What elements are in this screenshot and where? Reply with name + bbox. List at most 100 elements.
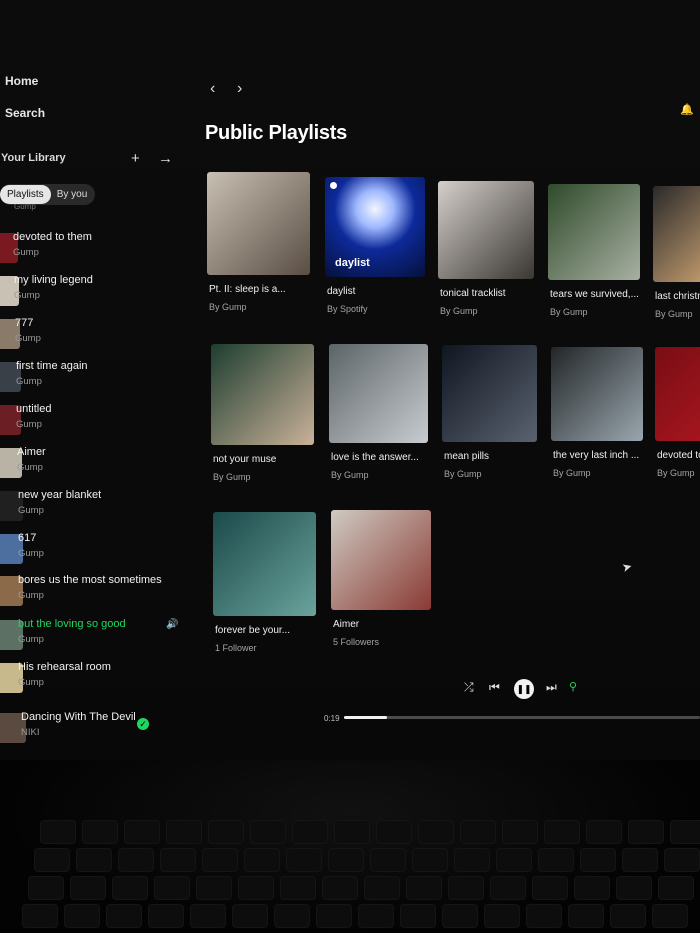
library-item[interactable]: first time again Gump	[0, 358, 190, 398]
playlist-cover	[207, 172, 310, 275]
keyboard-key	[82, 820, 118, 844]
library-item-sub: Gump	[18, 505, 44, 516]
keyboard-key	[154, 876, 190, 900]
library-item-sub: Gump	[13, 247, 39, 258]
playlist-owner: By Spotify	[327, 304, 368, 314]
nav-home[interactable]: Home	[5, 74, 38, 88]
library-item[interactable]: but the loving so good Gump 🔊	[0, 616, 190, 656]
create-playlist-plus-icon[interactable]: +	[131, 150, 140, 167]
spotify-logo-icon	[330, 182, 337, 189]
keyboard-key	[502, 820, 538, 844]
library-item-sub: Gump	[16, 419, 42, 430]
library-item-sub: Gump	[18, 677, 44, 688]
library-item[interactable]: untitled Gump	[0, 401, 190, 441]
library-item-sub: Gump	[16, 376, 42, 387]
keyboard-key	[322, 876, 358, 900]
keyboard-key	[616, 876, 652, 900]
library-item[interactable]: 617 Gump	[0, 530, 190, 570]
page-title: Public Playlists	[205, 122, 347, 144]
playlist-cover	[442, 345, 537, 442]
playlist-cover	[329, 344, 428, 443]
playlist-cover	[551, 347, 643, 441]
keyboard-key	[460, 820, 496, 844]
library-item[interactable]: devoted to them Gump	[0, 229, 190, 269]
keyboard-key	[232, 904, 268, 928]
playlist-owner: 1 Follower	[215, 643, 257, 653]
keyboard-key	[40, 820, 76, 844]
keyboard-key	[190, 904, 226, 928]
playlist-title: mean pills	[444, 451, 490, 462]
back-chevron-icon[interactable]: ‹	[210, 80, 215, 98]
keyboard-key	[64, 904, 100, 928]
library-item[interactable]: His rehearsal room Gump	[0, 659, 190, 699]
filter-by-you[interactable]: By you	[51, 189, 94, 200]
lyrics-icon[interactable]: ⚲	[569, 680, 577, 693]
library-item[interactable]: my living legend Gump	[0, 272, 190, 312]
playlist-title: the very last inch ...	[553, 450, 640, 461]
keyboard-key	[316, 904, 352, 928]
notifications-bell-icon[interactable]: 🔔	[680, 103, 694, 116]
playlist-owner: By Gump	[655, 309, 693, 319]
pause-icon[interactable]: ❚❚	[514, 679, 534, 699]
keyboard-key	[358, 904, 394, 928]
playlist-cover	[655, 347, 700, 441]
next-icon[interactable]: ⏭	[546, 680, 557, 695]
cover-label: daylist	[335, 257, 370, 269]
playlist-title: forever be your...	[215, 625, 291, 636]
keyboard-key	[484, 904, 520, 928]
filter-playlists[interactable]: Playlists	[0, 185, 51, 204]
library-item[interactable]: 777 Gump	[0, 315, 190, 355]
playlist-owner: By Gump	[213, 472, 251, 482]
keyboard-key	[76, 848, 112, 872]
keyboard-key	[568, 904, 604, 928]
expand-library-arrow-icon[interactable]: →	[158, 150, 173, 167]
library-title[interactable]: Your Library	[1, 152, 66, 164]
playlist-title: tonical tracklist	[440, 288, 506, 299]
playlist-owner: By Gump	[550, 307, 588, 317]
playlist-cover	[331, 510, 431, 610]
forward-chevron-icon[interactable]: ›	[237, 80, 242, 98]
keyboard-key	[376, 820, 412, 844]
keyboard-key	[454, 848, 490, 872]
library-item-sub: Gump	[18, 634, 44, 645]
spotify-window: Home Search Your Library + → Playlists B…	[0, 0, 700, 760]
elapsed-time: 0:19	[324, 714, 340, 723]
keyboard-key	[250, 820, 286, 844]
progress-bar[interactable]	[344, 716, 700, 719]
playlist-title: not your muse	[213, 454, 277, 465]
previous-icon[interactable]: ⏮	[489, 680, 500, 695]
keyboard-key	[532, 876, 568, 900]
keyboard-key	[526, 904, 562, 928]
keyboard-key	[34, 848, 70, 872]
keyboard-key	[418, 820, 454, 844]
keyboard-key	[442, 904, 478, 928]
playlist-owner: By Gump	[209, 302, 247, 312]
keyboard-key	[280, 876, 316, 900]
library-item-name: Aimer	[17, 446, 46, 458]
keyboard-key	[208, 820, 244, 844]
library-item-name: but the loving so good	[18, 618, 126, 630]
shuffle-icon[interactable]: ⤮	[464, 680, 474, 695]
library-item[interactable]: Dancing With The Devil NIKI ✓	[0, 709, 190, 749]
keyboard-key	[334, 820, 370, 844]
library-item[interactable]: bores us the most sometimes Gump	[0, 572, 190, 612]
library-item[interactable]: Aimer Gump	[0, 444, 190, 484]
playlist-cover	[213, 512, 316, 616]
keyboard-key	[22, 904, 58, 928]
library-item-name: 617	[18, 532, 37, 544]
keyboard-key	[412, 848, 448, 872]
library-item-sub: Gump	[18, 548, 44, 559]
progress-fill	[344, 716, 387, 719]
playlist-owner: By Gump	[657, 468, 695, 478]
playlist-title: daylist	[327, 286, 356, 297]
library-partial-item-sub: Gump	[14, 204, 36, 211]
keyboard-key	[274, 904, 310, 928]
keyboard-key	[106, 904, 142, 928]
library-item-name: my living legend	[14, 274, 93, 286]
keyboard-key	[28, 876, 64, 900]
library-item[interactable]: new year blanket Gump	[0, 487, 190, 527]
keyboard-key	[286, 848, 322, 872]
mouse-cursor-icon: ➤	[620, 558, 634, 576]
nav-search[interactable]: Search	[5, 106, 45, 120]
keyboard-key	[670, 820, 700, 844]
